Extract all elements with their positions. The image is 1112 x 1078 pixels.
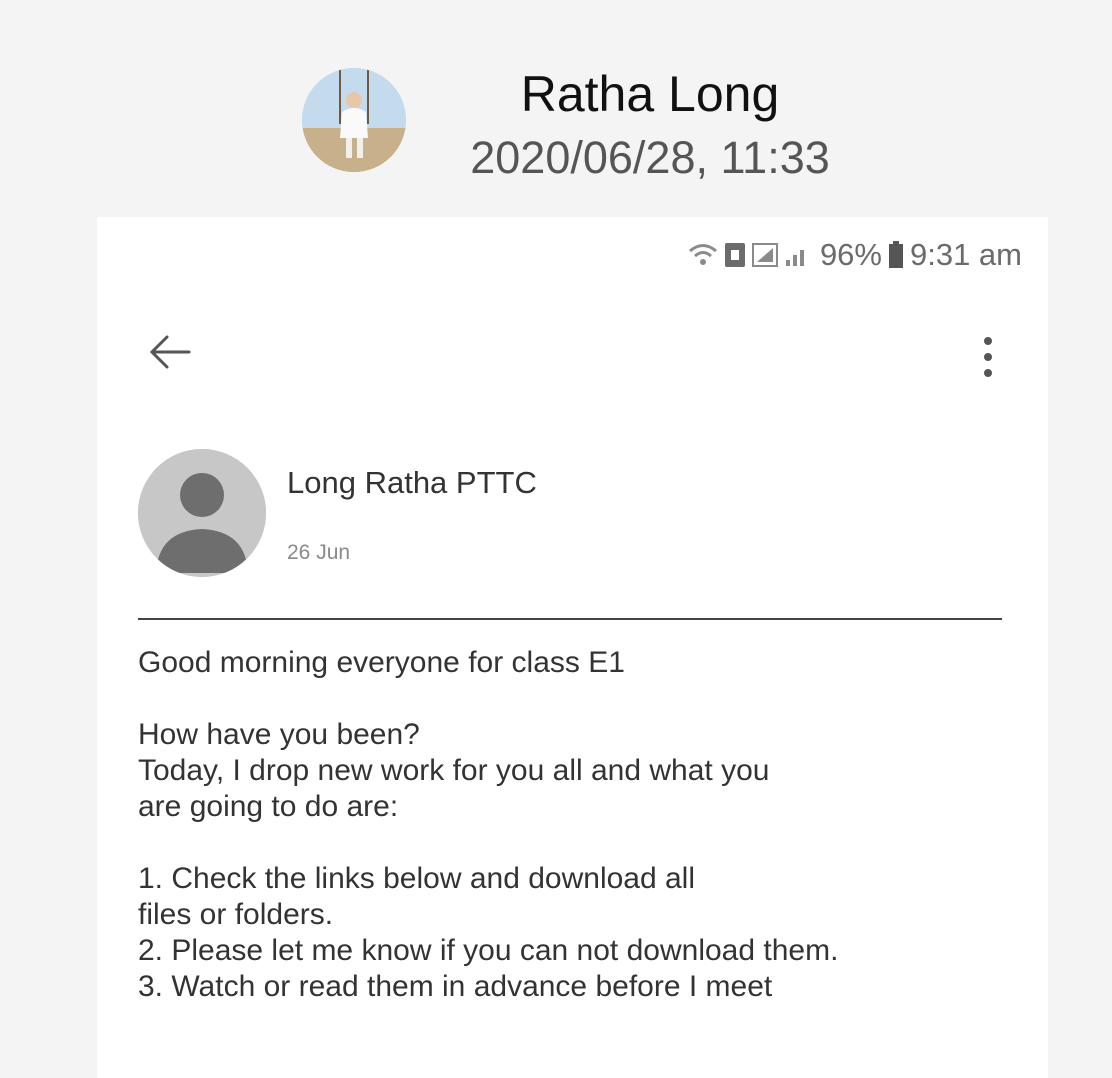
status-bar: 96% 9:31 am [688, 235, 1022, 275]
body-line: 3. Watch or read them in advance before … [138, 970, 773, 1003]
chat-header: Ratha Long 2020/06/28, 11:33 [0, 0, 1112, 215]
body-line: Good morning everyone for class E1 [138, 646, 625, 679]
more-vertical-icon [984, 337, 992, 377]
battery-icon [888, 241, 904, 269]
profile-avatar[interactable] [302, 68, 406, 172]
sim-icon [724, 242, 746, 268]
body-line: are going to do are: [138, 790, 399, 823]
body-line: Today, I drop new work for you all and w… [138, 754, 770, 787]
body-line: 1. Check the links below and download al… [138, 862, 696, 895]
body-line: 2. Please let me know if you can not dow… [138, 934, 839, 967]
status-time: 9:31 am [909, 237, 1022, 272]
arrow-left-icon [149, 335, 191, 369]
screenshot-attachment[interactable]: 96% 9:31 am Long Ratha PTTC 26 Jun Good … [97, 217, 1048, 1078]
back-button[interactable] [145, 327, 195, 377]
profile-photo-icon [302, 68, 406, 172]
sender-avatar[interactable] [138, 449, 266, 577]
header-divider [138, 618, 1002, 620]
more-options-button[interactable] [973, 335, 1003, 379]
person-icon [138, 449, 266, 577]
wifi-icon [688, 242, 718, 268]
battery-percent: 96% [819, 237, 882, 272]
body-line: files or folders. [138, 898, 334, 931]
message-body: Good morning everyone for class E1 How h… [138, 645, 1028, 1005]
message-timestamp: 2020/06/28, 11:33 [470, 132, 830, 183]
contact-name: Ratha Long [520, 66, 780, 122]
sender-date: 26 Jun [287, 541, 351, 564]
sender-name: Long Ratha PTTC [287, 465, 537, 500]
body-line: How have you been? [138, 718, 420, 751]
signal-icon [751, 242, 814, 268]
